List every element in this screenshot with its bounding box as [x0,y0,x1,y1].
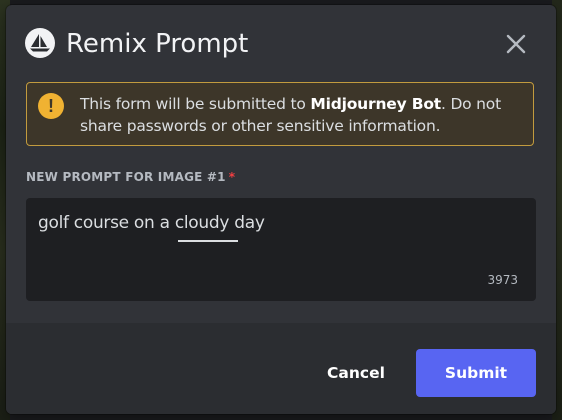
warning-text: This form will be submitted to Midjourne… [80,93,520,137]
remix-prompt-modal: Remix Prompt ! This form will be submitt… [6,5,556,414]
prompt-field-label: NEW PROMPT FOR IMAGE #1 * [26,170,235,184]
submit-button[interactable]: Submit [416,349,536,397]
remaining-char-counter: 3973 [487,273,518,287]
warning-bot-name: Midjourney Bot [310,95,441,113]
modal-header: Remix Prompt [6,5,556,83]
exclamation-icon: ! [38,93,64,119]
required-marker: * [228,170,236,184]
modal-title: Remix Prompt [66,29,249,59]
cancel-button[interactable]: Cancel [314,349,398,397]
prompt-textarea[interactable]: golf course on a cloudy day 3973 [26,198,536,301]
sailboat-icon [25,28,55,58]
sailboat-glyph [30,34,50,52]
spellcheck-underline [178,240,238,242]
warning-notice: ! This form will be submitted to Midjour… [26,82,534,146]
prompt-field-label-text: NEW PROMPT FOR IMAGE #1 [26,170,226,184]
close-button[interactable] [501,29,531,59]
modal-footer: Cancel Submit [6,323,556,414]
close-icon [506,34,526,54]
prompt-textarea-value: golf course on a cloudy day [38,213,265,233]
warning-prefix: This form will be submitted to [80,95,311,113]
